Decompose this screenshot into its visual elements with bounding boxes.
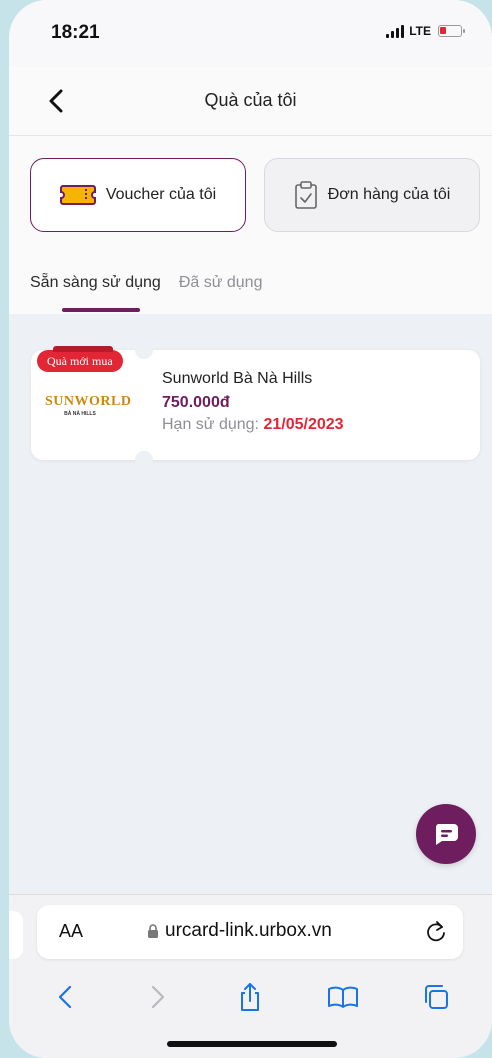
browser-forward-button[interactable] <box>141 980 175 1014</box>
tabs-button[interactable] <box>419 980 453 1014</box>
signal-icon <box>386 24 405 38</box>
share-button[interactable] <box>233 980 267 1014</box>
url-display[interactable]: urcard-link.urbox.vn <box>147 920 332 942</box>
network-label: LTE <box>409 24 431 38</box>
chevron-right-icon <box>151 985 164 1009</box>
brand-logo-text: SUNWORLD <box>45 394 132 409</box>
ticket-notch-top <box>135 341 153 359</box>
browser-back-button[interactable] <box>48 980 82 1014</box>
address-bar[interactable]: AA urcard-link.urbox.vn <box>37 905 463 959</box>
voucher-card[interactable]: Quà mới mua SUNWORLD BÀ NÀ HILLS Sunworl… <box>31 341 480 469</box>
share-icon <box>241 983 260 1011</box>
brand-logo: SUNWORLD BÀ NÀ HILLS <box>45 394 132 417</box>
bookmarks-button[interactable] <box>326 980 360 1014</box>
voucher-expiry: Hạn sử dụng: 21/05/2023 <box>162 416 344 434</box>
expiry-label: Hạn sử dụng: <box>162 416 259 433</box>
previous-tab-peek[interactable] <box>9 911 23 959</box>
browser-toolbar <box>9 977 492 1017</box>
tabs-icon <box>424 985 448 1009</box>
phone-screen: 18:21 LTE Quà của tôi Voucher của tôi Đơ… <box>9 0 492 1058</box>
voucher-list: Quà mới mua SUNWORLD BÀ NÀ HILLS Sunworl… <box>9 314 492 900</box>
reload-button[interactable] <box>423 918 449 944</box>
voucher-price: 750.000đ <box>162 394 230 411</box>
my-orders-tab[interactable]: Đơn hàng của tôi <box>264 158 480 232</box>
gift-navigation: Voucher của tôi Đơn hàng của tôi Sẵn sàn… <box>9 136 492 314</box>
tab-ready-to-use[interactable]: Sẵn sàng sử dụng <box>30 274 161 292</box>
clipboard-check-icon <box>294 181 317 209</box>
chat-bubble-icon <box>435 824 458 845</box>
brand-logo-subtext: BÀ NÀ HILLS <box>64 411 96 417</box>
status-time: 18:21 <box>51 22 100 43</box>
chat-button[interactable] <box>416 804 476 864</box>
battery-icon <box>438 25 465 37</box>
new-gift-badge: Quà mới mua <box>37 346 123 372</box>
expiry-date: 21/05/2023 <box>263 416 344 433</box>
lock-icon <box>148 923 158 938</box>
text-size-button[interactable]: AA <box>59 921 83 942</box>
home-indicator <box>167 1041 337 1047</box>
status-indicators: LTE <box>386 24 465 38</box>
reload-icon <box>427 921 445 942</box>
my-voucher-tab[interactable]: Voucher của tôi <box>30 158 246 232</box>
url-text: urcard-link.urbox.vn <box>165 920 332 941</box>
tab-used[interactable]: Đã sử dụng <box>179 274 263 292</box>
ticket-icon <box>59 185 96 205</box>
status-bar: 18:21 LTE <box>9 0 492 66</box>
browser-bar: AA urcard-link.urbox.vn <box>9 894 492 1058</box>
app-header: Quà của tôi <box>9 66 492 136</box>
chevron-left-icon <box>59 985 72 1009</box>
voucher-name: Sunworld Bà Nà Hills <box>162 370 313 387</box>
voucher-status-tabs: Sẵn sàng sử dụng Đã sử dụng <box>30 274 262 292</box>
ticket-notch-bottom <box>135 451 153 469</box>
page-title: Quà của tôi <box>204 90 297 110</box>
active-tab-indicator <box>62 308 140 312</box>
my-voucher-label: Voucher của tôi <box>105 186 217 203</box>
book-icon <box>328 986 359 1008</box>
my-orders-label: Đơn hàng của tôi <box>327 186 451 203</box>
